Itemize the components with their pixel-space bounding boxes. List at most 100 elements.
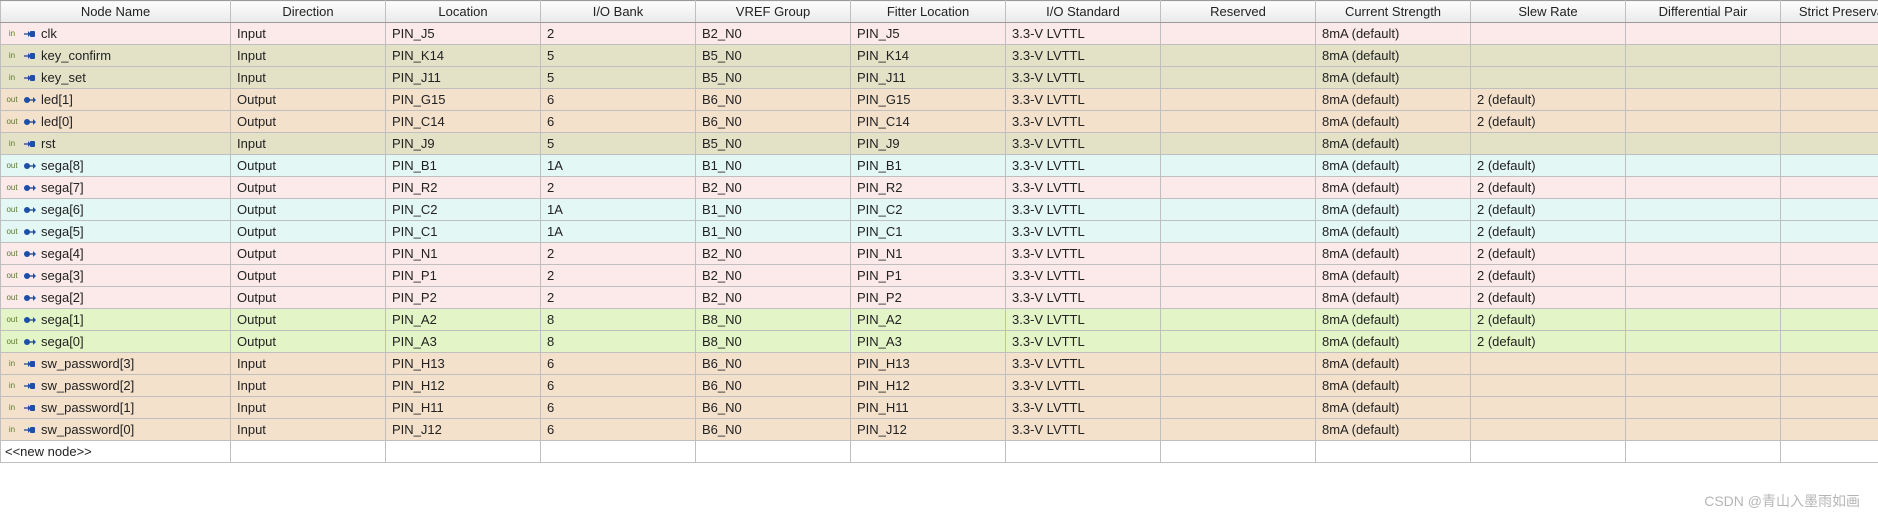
- cell-dir[interactable]: Output: [231, 177, 386, 199]
- cell-diff[interactable]: [1626, 419, 1781, 441]
- cell-slew[interactable]: [1471, 397, 1626, 419]
- cell-res[interactable]: [1161, 419, 1316, 441]
- cell-slew[interactable]: [1471, 375, 1626, 397]
- cell-bank[interactable]: 6: [541, 111, 696, 133]
- cell-std[interactable]: 3.3-V LVTTL: [1006, 397, 1161, 419]
- cell-res[interactable]: [1161, 331, 1316, 353]
- cell-name[interactable]: inkey_set: [1, 67, 231, 89]
- cell-std[interactable]: 3.3-V LVTTL: [1006, 419, 1161, 441]
- cell-res[interactable]: [1161, 353, 1316, 375]
- cell-diff[interactable]: [1626, 331, 1781, 353]
- cell-name[interactable]: outsega[1]: [1, 309, 231, 331]
- cell-vref[interactable]: B5_N0: [696, 45, 851, 67]
- cell-std[interactable]: 3.3-V LVTTL: [1006, 155, 1161, 177]
- cell-std[interactable]: 3.3-V LVTTL: [1006, 331, 1161, 353]
- cell-dir[interactable]: Input: [231, 419, 386, 441]
- empty-cell[interactable]: [541, 441, 696, 463]
- cell-cur[interactable]: 8mA (default): [1316, 133, 1471, 155]
- cell-strict[interactable]: [1781, 67, 1878, 89]
- table-row[interactable]: inrstInputPIN_J95B5_N0PIN_J93.3-V LVTTL8…: [1, 133, 1878, 155]
- new-node-cell[interactable]: <<new node>>: [1, 441, 231, 463]
- cell-name[interactable]: outsega[7]: [1, 177, 231, 199]
- cell-strict[interactable]: [1781, 353, 1878, 375]
- cell-fitter[interactable]: PIN_H13: [851, 353, 1006, 375]
- cell-fitter[interactable]: PIN_J12: [851, 419, 1006, 441]
- empty-cell[interactable]: [1006, 441, 1161, 463]
- cell-slew[interactable]: 2 (default): [1471, 265, 1626, 287]
- cell-fitter[interactable]: PIN_P1: [851, 265, 1006, 287]
- cell-std[interactable]: 3.3-V LVTTL: [1006, 353, 1161, 375]
- cell-cur[interactable]: 8mA (default): [1316, 265, 1471, 287]
- cell-bank[interactable]: 1A: [541, 199, 696, 221]
- cell-name[interactable]: inkey_confirm: [1, 45, 231, 67]
- cell-bank[interactable]: 6: [541, 89, 696, 111]
- cell-cur[interactable]: 8mA (default): [1316, 23, 1471, 45]
- cell-loc[interactable]: PIN_B1: [386, 155, 541, 177]
- cell-slew[interactable]: 2 (default): [1471, 287, 1626, 309]
- cell-name[interactable]: outsega[8]: [1, 155, 231, 177]
- cell-bank[interactable]: 6: [541, 375, 696, 397]
- table-row[interactable]: outsega[3]OutputPIN_P12B2_N0PIN_P13.3-V …: [1, 265, 1878, 287]
- cell-std[interactable]: 3.3-V LVTTL: [1006, 67, 1161, 89]
- cell-cur[interactable]: 8mA (default): [1316, 309, 1471, 331]
- cell-diff[interactable]: [1626, 309, 1781, 331]
- empty-cell[interactable]: [1471, 441, 1626, 463]
- cell-vref[interactable]: B1_N0: [696, 199, 851, 221]
- cell-cur[interactable]: 8mA (default): [1316, 375, 1471, 397]
- cell-strict[interactable]: [1781, 155, 1878, 177]
- cell-slew[interactable]: [1471, 67, 1626, 89]
- cell-cur[interactable]: 8mA (default): [1316, 177, 1471, 199]
- cell-vref[interactable]: B6_N0: [696, 419, 851, 441]
- table-row[interactable]: outled[1]OutputPIN_G156B6_N0PIN_G153.3-V…: [1, 89, 1878, 111]
- cell-dir[interactable]: Output: [231, 155, 386, 177]
- cell-diff[interactable]: [1626, 155, 1781, 177]
- cell-fitter[interactable]: PIN_J9: [851, 133, 1006, 155]
- table-row[interactable]: outsega[6]OutputPIN_C21AB1_N0PIN_C23.3-V…: [1, 199, 1878, 221]
- cell-diff[interactable]: [1626, 221, 1781, 243]
- cell-vref[interactable]: B1_N0: [696, 155, 851, 177]
- cell-slew[interactable]: 2 (default): [1471, 155, 1626, 177]
- cell-fitter[interactable]: PIN_H12: [851, 375, 1006, 397]
- cell-vref[interactable]: B5_N0: [696, 133, 851, 155]
- cell-res[interactable]: [1161, 243, 1316, 265]
- cell-std[interactable]: 3.3-V LVTTL: [1006, 45, 1161, 67]
- cell-res[interactable]: [1161, 309, 1316, 331]
- cell-bank[interactable]: 6: [541, 353, 696, 375]
- cell-vref[interactable]: B6_N0: [696, 353, 851, 375]
- cell-res[interactable]: [1161, 89, 1316, 111]
- table-row[interactable]: outsega[0]OutputPIN_A38B8_N0PIN_A33.3-V …: [1, 331, 1878, 353]
- cell-diff[interactable]: [1626, 353, 1781, 375]
- cell-vref[interactable]: B2_N0: [696, 265, 851, 287]
- cell-vref[interactable]: B2_N0: [696, 287, 851, 309]
- cell-cur[interactable]: 8mA (default): [1316, 199, 1471, 221]
- cell-bank[interactable]: 5: [541, 45, 696, 67]
- cell-diff[interactable]: [1626, 397, 1781, 419]
- table-row[interactable]: insw_password[0]InputPIN_J126B6_N0PIN_J1…: [1, 419, 1878, 441]
- cell-diff[interactable]: [1626, 45, 1781, 67]
- cell-loc[interactable]: PIN_H12: [386, 375, 541, 397]
- empty-cell[interactable]: [1316, 441, 1471, 463]
- cell-diff[interactable]: [1626, 177, 1781, 199]
- cell-loc[interactable]: PIN_J12: [386, 419, 541, 441]
- cell-strict[interactable]: [1781, 89, 1878, 111]
- cell-res[interactable]: [1161, 177, 1316, 199]
- cell-dir[interactable]: Input: [231, 133, 386, 155]
- cell-slew[interactable]: [1471, 45, 1626, 67]
- cell-std[interactable]: 3.3-V LVTTL: [1006, 177, 1161, 199]
- cell-fitter[interactable]: PIN_N1: [851, 243, 1006, 265]
- cell-vref[interactable]: B2_N0: [696, 177, 851, 199]
- cell-bank[interactable]: 1A: [541, 221, 696, 243]
- cell-name[interactable]: insw_password[1]: [1, 397, 231, 419]
- cell-fitter[interactable]: PIN_A3: [851, 331, 1006, 353]
- cell-slew[interactable]: 2 (default): [1471, 243, 1626, 265]
- table-row[interactable]: inkey_setInputPIN_J115B5_N0PIN_J113.3-V …: [1, 67, 1878, 89]
- cell-vref[interactable]: B6_N0: [696, 111, 851, 133]
- cell-res[interactable]: [1161, 199, 1316, 221]
- cell-strict[interactable]: [1781, 111, 1878, 133]
- cell-vref[interactable]: B8_N0: [696, 331, 851, 353]
- cell-dir[interactable]: Input: [231, 67, 386, 89]
- column-header[interactable]: Fitter Location: [851, 1, 1006, 23]
- cell-loc[interactable]: PIN_A2: [386, 309, 541, 331]
- cell-std[interactable]: 3.3-V LVTTL: [1006, 221, 1161, 243]
- cell-dir[interactable]: Output: [231, 221, 386, 243]
